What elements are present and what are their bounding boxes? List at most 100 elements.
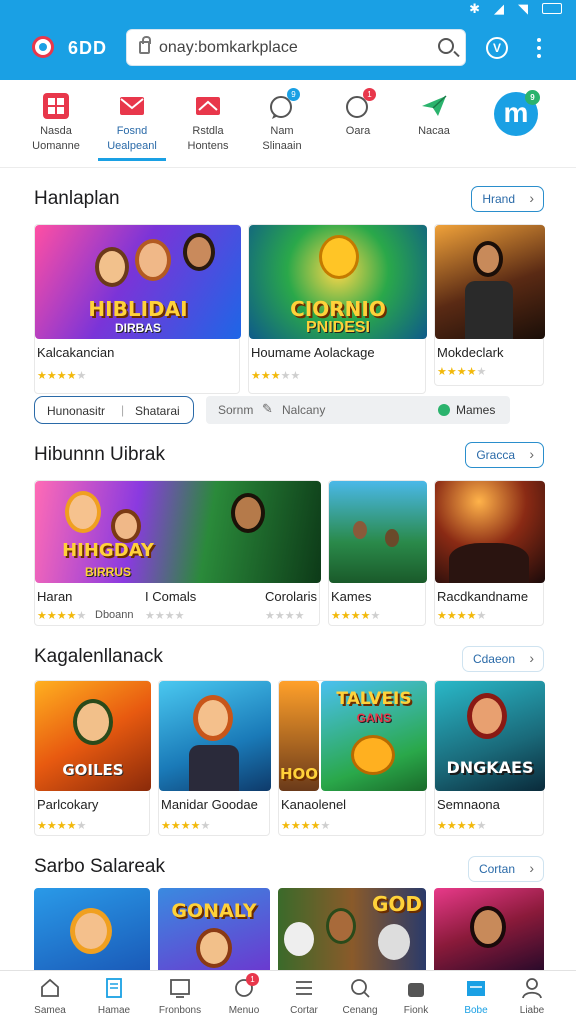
game-title: Mokdeclark bbox=[437, 345, 504, 360]
signal-icon: ◢ bbox=[494, 1, 504, 16]
tab-cortar[interactable]: Cortar bbox=[272, 977, 336, 1016]
game-thumbnail: HIHGDAY BIRRUS bbox=[35, 481, 321, 583]
tab-fronbons[interactable]: Fronbons bbox=[148, 977, 212, 1016]
url-text[interactable]: onay:bomkarkplace bbox=[159, 39, 298, 57]
filter-chip[interactable]: Hunonasitr | Shatarai bbox=[34, 396, 194, 424]
search-icon bbox=[349, 977, 371, 999]
category-label: Hontens bbox=[187, 140, 229, 152]
category-nasda[interactable]: Nasda Uomanne bbox=[18, 92, 94, 154]
thumbnail-title: GONALY bbox=[171, 900, 257, 922]
see-more-button[interactable]: Cortan bbox=[467, 856, 544, 882]
game-card-wide[interactable]: HIHGDAY BIRRUS Haran ★★★★★ Dboann I Coma… bbox=[34, 480, 321, 626]
tab-bobe[interactable]: Bobe bbox=[444, 977, 508, 1016]
game-card[interactable]: Racdkandname ★★★★★ bbox=[434, 480, 545, 626]
section-title: Hanlaplan bbox=[34, 188, 120, 209]
game-thumbnail: GOD bbox=[278, 888, 426, 970]
pencil-icon[interactable]: ✎ bbox=[262, 401, 273, 417]
wifi-icon: ◥ bbox=[518, 1, 528, 16]
tab-label: Fronbons bbox=[158, 1005, 202, 1016]
game-title: Kalcakancian bbox=[37, 345, 115, 360]
rating-stars: ★★★★ bbox=[145, 610, 185, 622]
tab-fionk[interactable]: Fionk bbox=[384, 977, 448, 1016]
category-nam[interactable]: 9 Nam Slinaain bbox=[244, 88, 320, 154]
category-oara[interactable]: 1 Oara bbox=[320, 88, 396, 139]
game-card[interactable]: HOO TALVEIS GANS Kanaolenel ★★★★★ bbox=[278, 680, 427, 836]
notification-badge: 9 bbox=[287, 88, 300, 101]
tab-hamae[interactable]: Hamae bbox=[82, 977, 146, 1016]
app-name: 6DD bbox=[68, 38, 108, 58]
thumbnail-subtitle: BIRRUS bbox=[84, 565, 131, 579]
category-nacaa[interactable]: Nacaa bbox=[396, 92, 472, 139]
more-menu-icon[interactable] bbox=[534, 38, 544, 60]
chat-bubble-icon: 1 bbox=[344, 88, 376, 120]
tab-liabe[interactable]: Liabe bbox=[500, 977, 564, 1016]
game-thumbnail bbox=[434, 888, 544, 970]
game-title: Semnaona bbox=[437, 797, 500, 812]
game-card[interactable]: GONALY bbox=[158, 888, 270, 970]
category-fosnd[interactable]: Fosnd Uealpeanl bbox=[94, 92, 170, 154]
rating-stars: ★★★★★ bbox=[37, 610, 87, 622]
game-thumbnail bbox=[329, 481, 427, 583]
notification-badge: 1 bbox=[363, 88, 376, 101]
app-logo-icon[interactable] bbox=[32, 36, 54, 58]
thumbnail-title: CIORNIO bbox=[290, 297, 386, 321]
book-icon bbox=[103, 977, 125, 999]
tv-icon bbox=[169, 977, 191, 999]
m-brand-logo[interactable]: m 9 bbox=[494, 90, 540, 136]
tab-menuo[interactable]: 1 Menuo bbox=[212, 973, 276, 1016]
search-icon[interactable] bbox=[438, 38, 454, 54]
game-card[interactable]: GOILES Parlcokary ★★★★★ bbox=[34, 680, 151, 836]
status-bar: ✱ ◢ ◥ bbox=[0, 0, 576, 18]
rating-stars: ★★★★★ bbox=[437, 820, 487, 832]
filter-label: Nalcany bbox=[282, 403, 326, 417]
game-card[interactable]: Kames ★★★★★ bbox=[328, 480, 427, 626]
chat-bubble-icon: 9 bbox=[268, 88, 300, 120]
game-thumbnail: CIORNIO PNIDESI bbox=[249, 225, 427, 339]
game-card[interactable]: Mokdeclark ★★★★★ bbox=[434, 224, 545, 386]
tab-cenang[interactable]: Cenang bbox=[328, 977, 392, 1016]
category-label: Uomanne bbox=[32, 140, 80, 152]
game-thumbnail: GOILES bbox=[35, 681, 151, 791]
tab-label: Liabe bbox=[519, 1005, 545, 1016]
mail-flag-icon bbox=[194, 92, 222, 120]
rating-stars: ★★★★ bbox=[265, 610, 305, 622]
filter-label: Shatarai bbox=[135, 404, 180, 418]
rating-stars: ★★★★★ bbox=[437, 610, 487, 622]
category-bar: Nasda Uomanne Fosnd Uealpeanl Rstdla Hon… bbox=[0, 80, 576, 168]
game-title: Manidar Goodae bbox=[161, 797, 258, 812]
game-card[interactable] bbox=[434, 888, 544, 970]
game-card[interactable] bbox=[34, 888, 150, 970]
tab-samea[interactable]: Samea bbox=[18, 977, 82, 1016]
notification-badge: 9 bbox=[525, 90, 540, 105]
game-thumbnail bbox=[435, 481, 545, 583]
thumbnail-title: GOILES bbox=[62, 761, 124, 779]
category-rstdla[interactable]: Rstdla Hontens bbox=[170, 92, 246, 154]
vpn-icon[interactable]: V bbox=[486, 37, 508, 59]
list-icon bbox=[293, 977, 315, 999]
see-more-button[interactable]: Gracca bbox=[465, 442, 544, 468]
category-label: Nacaa bbox=[418, 125, 450, 137]
url-bar[interactable]: onay:bomkarkplace bbox=[126, 29, 466, 66]
rating-stars: ★★★★★ bbox=[37, 370, 87, 382]
active-tab-indicator bbox=[98, 158, 166, 161]
game-thumbnail bbox=[34, 888, 150, 970]
game-thumbnail bbox=[435, 225, 545, 339]
category-label: Nam bbox=[270, 125, 294, 137]
game-card[interactable]: CIORNIO PNIDESI Houmame Aolackage ★★★★★ bbox=[248, 224, 427, 394]
thumbnail-subtitle: DIRBAS bbox=[114, 321, 161, 335]
game-thumbnail: TALVEIS GANS bbox=[321, 681, 427, 791]
game-card[interactable]: Manidar Goodae ★★★★★ bbox=[158, 680, 271, 836]
chat-icon: 1 bbox=[233, 973, 259, 999]
see-more-button[interactable]: Hrand bbox=[471, 186, 544, 212]
game-title: Houmame Aolackage bbox=[251, 345, 375, 360]
see-more-button[interactable]: Cdaeon bbox=[461, 646, 544, 672]
game-card[interactable]: GOD bbox=[278, 888, 426, 970]
game-card[interactable]: DNGKAES Semnaona ★★★★★ bbox=[434, 680, 545, 836]
tab-label: Hamae bbox=[97, 1005, 131, 1016]
game-thumbnail: GONALY bbox=[158, 888, 270, 970]
game-card[interactable]: HIBLIDAI DIRBAS Kalcakancian ★★★★★ bbox=[34, 224, 241, 394]
thumbnail-title: HOO bbox=[279, 765, 319, 783]
tab-label: Fionk bbox=[403, 1005, 429, 1016]
filter-bar[interactable]: Sornm ✎ Nalcany Mames bbox=[206, 396, 510, 424]
store-icon bbox=[465, 977, 487, 999]
